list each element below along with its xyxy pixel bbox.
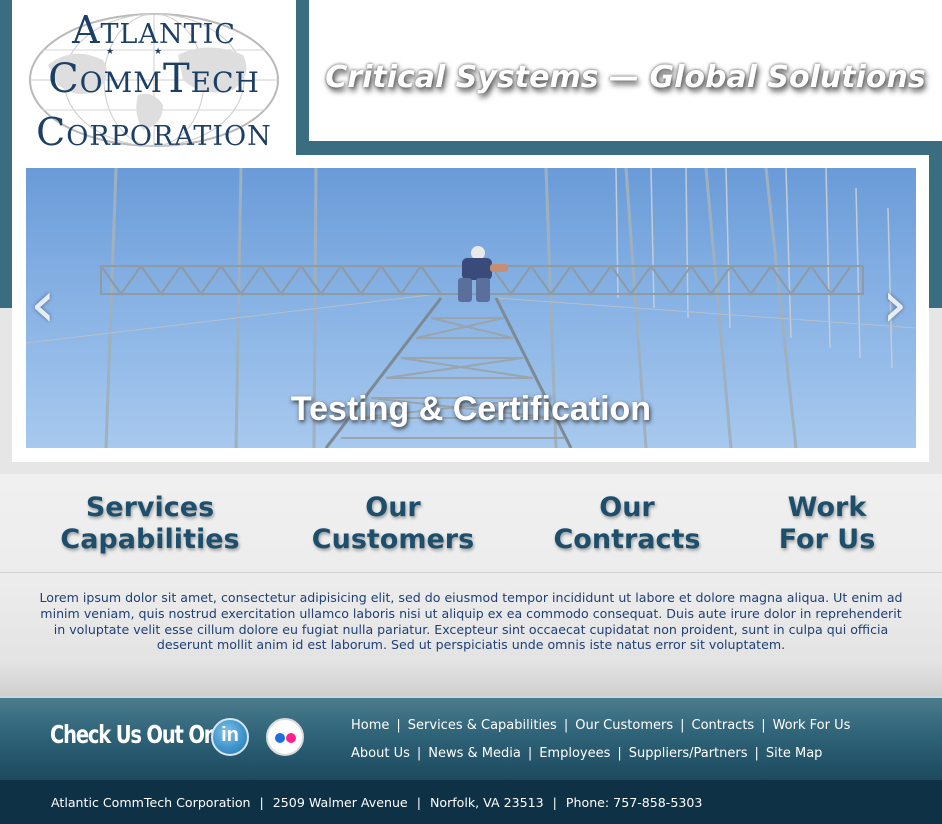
logo-text-line3: Corporation xyxy=(36,110,272,154)
phone-number: Phone: 757-858-5303 xyxy=(565,795,703,810)
logo-text-line1: Atlantic xyxy=(72,8,236,52)
footer-links-row1: Home | Services & Capabilities | Our Custome… xyxy=(351,718,850,733)
link-separator: | xyxy=(617,746,622,761)
link-separator: | xyxy=(680,718,685,733)
nav-label-line2: Customers xyxy=(311,524,475,555)
nav-label-line2: Contracts xyxy=(553,524,701,555)
company-name: Atlantic CommTech Corporation xyxy=(51,795,251,810)
footer-link-news-media[interactable]: News & Media xyxy=(428,746,521,761)
flickr-icon[interactable] xyxy=(266,718,304,756)
link-separator: | xyxy=(527,746,533,761)
link-separator: | xyxy=(761,718,766,733)
footer-link-contracts[interactable]: Contracts xyxy=(692,718,755,733)
footer-link-our-customers[interactable]: Our Customers xyxy=(575,718,673,733)
footer-link-about-us[interactable]: About Us xyxy=(351,746,410,761)
linkedin-icon[interactable]: in xyxy=(211,718,249,756)
footer-link-services-capabilities[interactable]: Services & Capabilities xyxy=(408,718,557,733)
nav-services-capabilities[interactable]: Services Capabilities xyxy=(40,492,260,556)
flickr-pink-dot xyxy=(286,733,296,743)
nav-our-contracts[interactable]: Our Contracts xyxy=(535,492,719,556)
nav-label-line2: Capabilities xyxy=(60,524,240,555)
slide-caption: Testing & Certification xyxy=(290,390,652,428)
nav-label-line1: Services xyxy=(85,492,215,523)
check-us-out-label: Check Us Out On: xyxy=(50,720,224,749)
footer-link-employees[interactable]: Employees xyxy=(539,746,610,761)
contact-bar: Atlantic CommTech Corporation | 2509 Walme… xyxy=(0,780,942,824)
nav-label-line1: Work xyxy=(787,492,867,523)
nav-label-line2: For Us xyxy=(778,524,876,555)
company-logo[interactable]: ★ ★ Atlantic CommTech Corporation xyxy=(12,0,296,155)
link-separator: | xyxy=(416,746,422,761)
slider-image: Testing & Certification xyxy=(26,168,916,448)
intro-paragraph: Lorem ipsum dolor sit amet, consectetur … xyxy=(39,590,903,653)
slider-next-arrow[interactable]: › xyxy=(882,270,912,340)
contact-separator: | xyxy=(259,795,264,810)
chevron-right-icon: › xyxy=(882,268,908,342)
footer-link-home[interactable]: Home xyxy=(351,718,389,733)
footer: Check Us Out On: in Home | Services & Capa… xyxy=(0,696,942,780)
tagline-text: Critical Systems — Global Solutions xyxy=(325,60,926,95)
section-divider xyxy=(0,572,942,573)
contact-separator: | xyxy=(416,795,421,810)
footer-link-site-map[interactable]: Site Map xyxy=(766,746,823,761)
nav-label-line1: Our xyxy=(599,492,655,523)
contact-separator: | xyxy=(552,795,557,810)
slider-prev-arrow[interactable]: ‹ xyxy=(30,270,60,340)
footer-link-suppliers-partners[interactable]: Suppliers/Partners xyxy=(629,746,748,761)
logo-text-line2: CommTech xyxy=(48,56,260,102)
city-state-zip: Norfolk, VA 23513 xyxy=(429,795,544,810)
link-separator: | xyxy=(396,718,401,733)
nav-work-for-us[interactable]: Work For Us xyxy=(750,492,904,556)
contact-info: Atlantic CommTech Corporation | 2509 Walme… xyxy=(51,795,702,810)
tagline-banner: Critical Systems — Global Solutions xyxy=(309,0,942,141)
chevron-left-icon: ‹ xyxy=(30,268,56,342)
link-separator: | xyxy=(563,718,569,733)
link-separator: | xyxy=(754,746,759,761)
footer-link-work-for-us[interactable]: Work For Us xyxy=(773,718,851,733)
linkedin-glyph: in xyxy=(221,724,239,746)
flickr-blue-dot xyxy=(275,733,285,743)
nav-label-line1: Our xyxy=(365,492,421,523)
footer-links-row2: About Us | News & Media | Employees | Supplier… xyxy=(351,746,822,761)
nav-our-customers[interactable]: Our Customers xyxy=(293,492,493,556)
main-nav-panel: Services Capabilities Our Customers Our … xyxy=(0,474,942,696)
street-address: 2509 Walmer Avenue xyxy=(272,795,408,810)
